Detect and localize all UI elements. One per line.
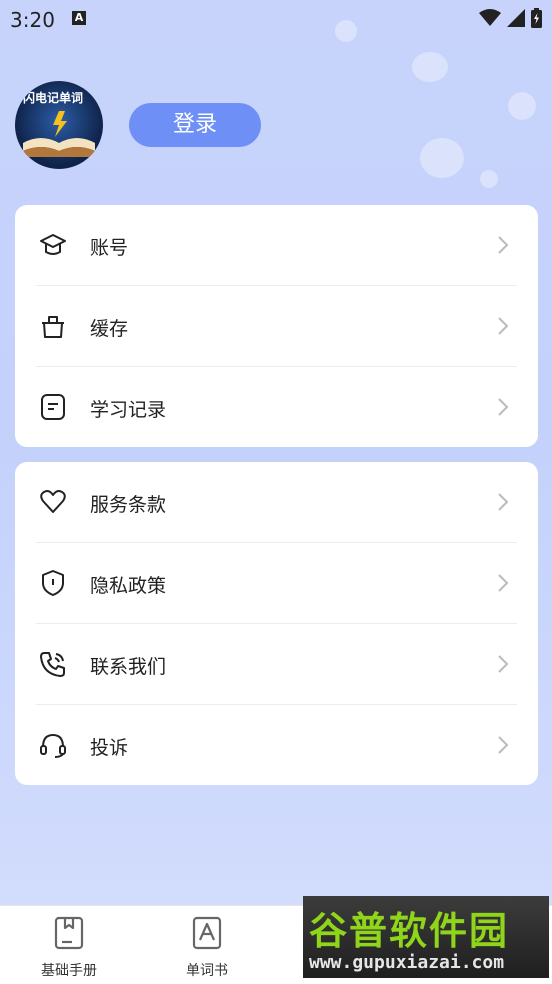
nav-label: 单词书 [186, 963, 228, 979]
menu-label: 服务条款 [90, 494, 167, 516]
menu-label: 缓存 [90, 318, 129, 340]
chevron-right-icon [498, 574, 509, 592]
status-icons [479, 8, 542, 28]
avatar[interactable]: 闪电记单词 [15, 81, 103, 169]
menu-item-privacy[interactable]: 隐私政策 [15, 543, 538, 624]
menu-item-study-records[interactable]: 学习记录 [15, 367, 538, 448]
chevron-right-icon [498, 736, 509, 754]
watermark-url: www.gupuxiazai.com [309, 952, 505, 973]
chevron-right-icon [498, 493, 509, 511]
chevron-right-icon [498, 398, 509, 416]
menu-card-1: 账号 缓存 学习记录 [15, 205, 538, 447]
wifi-icon [479, 9, 501, 26]
menu-item-complaint[interactable]: 投诉 [15, 705, 538, 786]
battery-icon [531, 8, 542, 28]
signal-icon [507, 9, 525, 27]
heart-icon [40, 490, 66, 513]
menu-item-cache[interactable]: 缓存 [15, 286, 538, 367]
notification-a-icon: A [72, 11, 86, 25]
headset-icon [40, 734, 66, 758]
status-time: 3:20 [10, 8, 55, 32]
phone-icon [40, 652, 65, 677]
menu-card-2: 服务条款 隐私政策 联系我们 投诉 [15, 462, 538, 785]
graduation-cap-icon [40, 234, 66, 255]
shield-icon [42, 570, 64, 596]
menu-label: 学习记录 [90, 399, 167, 421]
menu-label: 隐私政策 [90, 575, 167, 597]
watermark: 谷普软件园 www.gupuxiazai.com [303, 896, 549, 978]
menu-item-account[interactable]: 账号 [15, 205, 538, 286]
chevron-right-icon [498, 236, 509, 254]
watermark-title: 谷普软件园 [309, 909, 510, 953]
chevron-right-icon [498, 655, 509, 673]
menu-label: 联系我们 [90, 656, 167, 678]
status-bar: 3:20 A [0, 0, 552, 40]
nav-item-wordbook[interactable]: 单词书 [157, 916, 257, 980]
chevron-right-icon [498, 317, 509, 335]
letter-a-book-icon [192, 916, 222, 950]
menu-label: 投诉 [90, 737, 129, 759]
menu-label: 账号 [90, 237, 129, 259]
menu-item-terms[interactable]: 服务条款 [15, 462, 538, 543]
login-button[interactable]: 登录 [129, 103, 261, 147]
document-icon [41, 394, 65, 420]
trash-icon [42, 316, 64, 338]
nav-label: 基础手册 [41, 963, 97, 979]
nav-item-basic-manual[interactable]: 基础手册 [19, 916, 119, 980]
avatar-text: 闪电记单词 [23, 91, 84, 105]
menu-item-contact[interactable]: 联系我们 [15, 624, 538, 705]
book-icon [54, 916, 84, 950]
